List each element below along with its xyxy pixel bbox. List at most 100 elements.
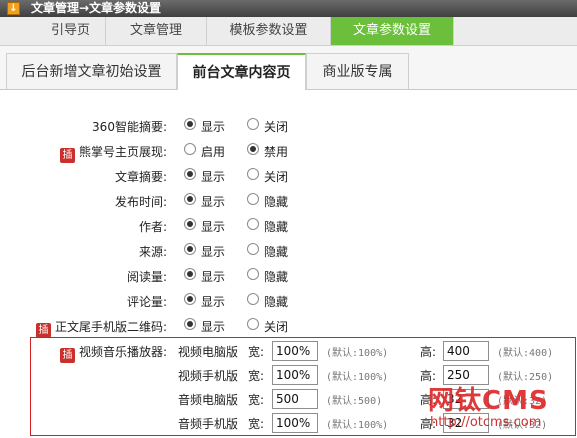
height-default-hint: (默认:32) bbox=[497, 420, 548, 431]
setting-label: 360智能摘要: bbox=[92, 118, 167, 135]
option-label[interactable]: 隐藏 bbox=[264, 218, 288, 235]
plugin-badge: 插 bbox=[35, 323, 51, 338]
setting-row: 插熊掌号主页展现: 启用 禁用 bbox=[0, 141, 577, 163]
option-label[interactable]: 隐藏 bbox=[264, 293, 288, 310]
setting-label-text: 阅读量: bbox=[126, 270, 167, 284]
player-row-name: 音频电脑版 bbox=[178, 393, 239, 407]
option-radio-second[interactable] bbox=[247, 243, 259, 255]
option-radio-first[interactable] bbox=[184, 293, 196, 305]
player-row: 视频手机版宽: (默认:100%) 高: (默认:250) bbox=[0, 363, 577, 387]
height-input[interactable] bbox=[443, 413, 489, 433]
setting-row: 来源: 显示 隐藏 bbox=[0, 241, 577, 261]
setting-label: 评论量: bbox=[127, 293, 167, 310]
option-label[interactable]: 隐藏 bbox=[264, 243, 288, 260]
option-label[interactable]: 关闭 bbox=[264, 318, 288, 335]
option-label[interactable]: 显示 bbox=[201, 193, 225, 210]
player-row: 音频手机版宽: (默认:100%) 高: (默认:32) bbox=[0, 411, 577, 435]
option-radio-second[interactable] bbox=[247, 118, 259, 130]
height-default-hint: (默认:400) bbox=[497, 348, 554, 359]
option-radio-first[interactable] bbox=[184, 268, 196, 280]
option-label[interactable]: 显示 bbox=[201, 218, 225, 235]
option-radio-second[interactable] bbox=[247, 268, 259, 280]
option-radio-second[interactable] bbox=[247, 293, 259, 305]
option-label[interactable]: 关闭 bbox=[264, 118, 288, 135]
height-label: 高: bbox=[420, 417, 437, 431]
option-label[interactable]: 关闭 bbox=[264, 168, 288, 185]
setting-label-text: 作者: bbox=[138, 220, 167, 234]
setting-label-text: 正文尾手机版二维码: bbox=[54, 320, 167, 334]
setting-row: 评论量: 显示 隐藏 bbox=[0, 291, 577, 311]
setting-label-text: 评论量: bbox=[126, 295, 167, 309]
option-radio-first[interactable] bbox=[184, 218, 196, 230]
option-label[interactable]: 显示 bbox=[201, 118, 225, 135]
tab-guide[interactable]: 引导页 bbox=[36, 17, 106, 45]
tab-article-settings[interactable]: 文章参数设置 bbox=[331, 17, 454, 45]
window-titlebar: ↓ 文章管理→文章参数设置 bbox=[0, 0, 577, 17]
height-label: 高: bbox=[420, 345, 437, 359]
setting-label-text: 发布时间: bbox=[114, 195, 167, 209]
width-label: 宽: bbox=[248, 345, 265, 359]
option-radio-second[interactable] bbox=[247, 193, 259, 205]
option-label[interactable]: 显示 bbox=[201, 318, 225, 335]
setting-row: 阅读量: 显示 隐藏 bbox=[0, 266, 577, 286]
width-default-hint: (默认:100%) bbox=[326, 348, 389, 359]
width-default-hint: (默认:100%) bbox=[326, 372, 389, 383]
option-radio-first[interactable] bbox=[184, 318, 196, 330]
setting-label: 发布时间: bbox=[115, 193, 167, 210]
tab-template-settings[interactable]: 模板参数设置 bbox=[207, 17, 331, 45]
option-radio-first[interactable] bbox=[184, 118, 196, 130]
setting-label-text: 文章摘要: bbox=[114, 170, 167, 184]
height-input[interactable] bbox=[443, 341, 489, 361]
option-label[interactable]: 显示 bbox=[201, 243, 225, 260]
width-input[interactable] bbox=[272, 413, 318, 433]
option-label[interactable]: 隐藏 bbox=[264, 268, 288, 285]
option-radio-first[interactable] bbox=[184, 243, 196, 255]
option-label[interactable]: 隐藏 bbox=[264, 193, 288, 210]
width-label: 宽: bbox=[248, 369, 265, 383]
option-radio-first[interactable] bbox=[184, 193, 196, 205]
width-label: 宽: bbox=[248, 393, 265, 407]
height-label: 高: bbox=[420, 393, 437, 407]
width-label: 宽: bbox=[248, 417, 265, 431]
option-radio-second[interactable] bbox=[247, 143, 259, 155]
option-radio-second[interactable] bbox=[247, 318, 259, 330]
width-default-hint: (默认:500) bbox=[326, 396, 383, 407]
option-radio-second[interactable] bbox=[247, 168, 259, 180]
download-arrow-icon: ↓ bbox=[7, 2, 20, 15]
option-label[interactable]: 显示 bbox=[201, 168, 225, 185]
setting-label: 插正文尾手机版二维码: bbox=[35, 318, 167, 338]
setting-row: 作者: 显示 隐藏 bbox=[0, 216, 577, 236]
subtab-new-article-defaults[interactable]: 后台新增文章初始设置 bbox=[6, 53, 177, 89]
width-default-hint: (默认:100%) bbox=[326, 420, 389, 431]
plugin-badge: 插 bbox=[59, 148, 75, 163]
setting-label-text: 来源: bbox=[138, 245, 167, 259]
player-row-name: 视频手机版 bbox=[178, 369, 239, 383]
tab-article-management[interactable]: 文章管理 bbox=[106, 17, 207, 45]
height-label: 高: bbox=[420, 369, 437, 383]
subtab-commercial-only[interactable]: 商业版专属 bbox=[306, 53, 409, 89]
option-label[interactable]: 启用 bbox=[201, 143, 225, 160]
setting-row: 文章摘要: 显示 关闭 bbox=[0, 166, 577, 186]
width-input[interactable] bbox=[272, 341, 318, 361]
option-label[interactable]: 禁用 bbox=[264, 143, 288, 160]
setting-row: 插正文尾手机版二维码: 显示 关闭 bbox=[0, 316, 577, 338]
option-radio-first[interactable] bbox=[184, 143, 196, 155]
height-default-hint: (默认:250) bbox=[497, 372, 554, 383]
height-input[interactable] bbox=[443, 365, 489, 385]
subtab-article-content-page[interactable]: 前台文章内容页 bbox=[177, 53, 306, 90]
setting-label-text: 熊掌号主页展现: bbox=[78, 145, 167, 159]
width-input[interactable] bbox=[272, 389, 318, 409]
setting-row: 发布时间: 显示 隐藏 bbox=[0, 191, 577, 211]
setting-label: 阅读量: bbox=[127, 268, 167, 285]
setting-label: 来源: bbox=[139, 243, 167, 260]
window-title: 文章管理→文章参数设置 bbox=[31, 1, 162, 15]
option-label[interactable]: 显示 bbox=[201, 293, 225, 310]
option-label[interactable]: 显示 bbox=[201, 268, 225, 285]
width-input[interactable] bbox=[272, 365, 318, 385]
player-row-name: 音频手机版 bbox=[178, 417, 239, 431]
player-row: 视频电脑版宽: (默认:100%) 高: (默认:400) bbox=[0, 339, 577, 363]
option-radio-second[interactable] bbox=[247, 218, 259, 230]
option-radio-first[interactable] bbox=[184, 168, 196, 180]
height-input[interactable] bbox=[443, 389, 489, 409]
player-row-name: 视频电脑版 bbox=[178, 345, 239, 359]
